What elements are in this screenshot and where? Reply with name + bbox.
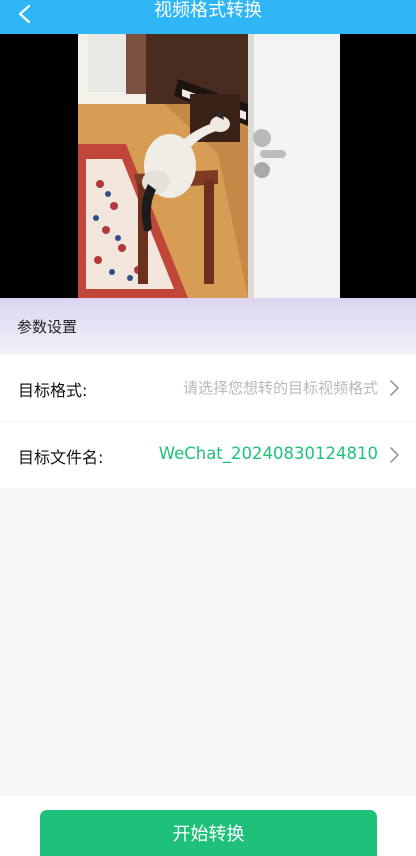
params-section-label: 参数设置 [17, 318, 78, 336]
chevron-right-icon [390, 447, 399, 463]
start-convert-button[interactable]: 开始转换 [40, 810, 377, 856]
params-section-header: 参数设置 [0, 298, 416, 354]
target-format-row[interactable]: 目标格式: 请选择您想转的目标视频格式 [0, 355, 416, 421]
video-frame [78, 34, 340, 298]
page-title: 视频格式转换 [154, 0, 262, 21]
app-header: 视频格式转换 [0, 0, 416, 34]
target-format-label: 目标格式: [18, 381, 88, 400]
target-format-placeholder: 请选择您想转的目标视频格式 [182, 379, 378, 397]
chevron-right-icon [390, 380, 399, 396]
video-preview[interactable] [0, 34, 416, 298]
target-filename-label: 目标文件名: [18, 448, 104, 467]
target-filename-value: WeChat_20240830124810 [158, 444, 378, 463]
target-filename-row[interactable]: 目标文件名: WeChat_20240830124810 [0, 422, 416, 488]
